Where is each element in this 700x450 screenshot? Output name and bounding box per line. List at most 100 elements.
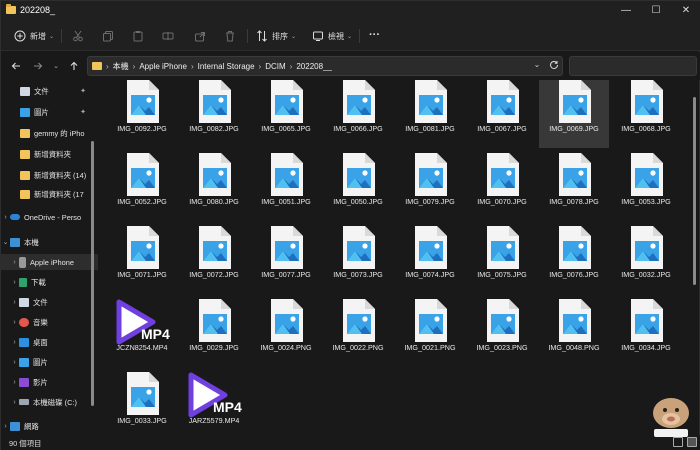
- chevron-right-icon[interactable]: ›: [10, 279, 19, 286]
- chevron-right-icon[interactable]: ›: [10, 359, 19, 366]
- image-file-item[interactable]: IMG_0022.PNG: [323, 295, 393, 367]
- image-file-item[interactable]: IMG_0051.JPG: [251, 149, 321, 221]
- maximize-button[interactable]: ☐: [641, 1, 671, 21]
- image-file-item[interactable]: IMG_0029.JPG: [179, 295, 249, 367]
- chevron-right-icon[interactable]: ›: [10, 319, 19, 326]
- image-file-icon: [555, 225, 593, 271]
- image-file-item[interactable]: IMG_0050.JPG: [323, 149, 393, 221]
- new-button[interactable]: 新增 ⌄: [13, 28, 54, 44]
- video-file-item[interactable]: MP4 JCZN8254.MP4: [107, 295, 177, 367]
- image-file-item[interactable]: IMG_0065.JPG: [251, 80, 321, 148]
- breadcrumb-dcim[interactable]: DCIM: [265, 62, 285, 71]
- sidebar-item-pictures[interactable]: › 圖片: [1, 354, 98, 370]
- image-file-item[interactable]: IMG_0024.PNG: [251, 295, 321, 367]
- image-file-item[interactable]: IMG_0069.JPG: [539, 80, 609, 148]
- share-icon[interactable]: [193, 29, 207, 43]
- image-file-item[interactable]: IMG_0072.JPG: [179, 222, 249, 294]
- rename-icon[interactable]: [161, 29, 175, 43]
- image-file-item[interactable]: IMG_0080.JPG: [179, 149, 249, 221]
- image-file-item[interactable]: IMG_0032.JPG: [611, 222, 681, 294]
- image-file-item[interactable]: IMG_0079.JPG: [395, 149, 465, 221]
- image-file-item[interactable]: IMG_0081.JPG: [395, 80, 465, 148]
- address-bar[interactable]: › 本機 › Apple iPhone › Internal Storage ›…: [87, 56, 563, 76]
- image-file-icon: [123, 152, 161, 198]
- sidebar-item-documents[interactable]: › 文件: [1, 294, 98, 310]
- image-file-item[interactable]: IMG_0053.JPG: [611, 149, 681, 221]
- copy-icon[interactable]: [101, 29, 115, 43]
- search-input[interactable]: [569, 56, 697, 76]
- sidebar-item-desktop[interactable]: › 桌面: [1, 334, 98, 350]
- address-dropdown-icon[interactable]: ⌄: [531, 60, 543, 72]
- chevron-right-icon[interactable]: ›: [10, 339, 19, 346]
- sidebar-item-apple-iphone[interactable]: › Apple iPhone: [1, 254, 98, 270]
- image-file-item[interactable]: IMG_0074.JPG: [395, 222, 465, 294]
- refresh-icon[interactable]: [549, 60, 559, 72]
- sidebar-item-label: 文件: [34, 86, 49, 96]
- more-options-button[interactable]: ···: [369, 27, 380, 43]
- image-file-item[interactable]: IMG_0033.JPG: [107, 368, 177, 435]
- sidebar-item-new-folder-14[interactable]: 新增資料夾 (14): [1, 167, 98, 183]
- breadcrumb-this-pc[interactable]: 本機: [113, 61, 129, 72]
- sidebar-item-this-pc[interactable]: ⌄ 本機: [1, 234, 98, 250]
- image-file-icon: [339, 152, 377, 198]
- chevron-right-icon[interactable]: ›: [10, 379, 19, 386]
- sidebar-item-documents-pinned[interactable]: 文件 ✦: [1, 83, 98, 99]
- image-file-item[interactable]: IMG_0021.PNG: [395, 295, 465, 367]
- delete-icon[interactable]: [223, 29, 237, 43]
- sidebar-item-local-disk-c[interactable]: › 本機磁碟 (C:): [1, 394, 98, 410]
- breadcrumb-internal-storage[interactable]: Internal Storage: [198, 62, 255, 71]
- view-button[interactable]: 檢視 ⌄: [311, 28, 352, 44]
- image-file-item[interactable]: IMG_0082.JPG: [179, 80, 249, 148]
- image-file-icon: [123, 80, 161, 125]
- view-button-label: 檢視: [328, 31, 344, 41]
- chevron-right-icon[interactable]: ›: [10, 299, 19, 306]
- image-file-item[interactable]: IMG_0023.PNG: [467, 295, 537, 367]
- up-arrow-icon[interactable]: [67, 59, 81, 73]
- sidebar-item-network[interactable]: › 網路: [1, 418, 98, 434]
- sidebar-item-new-folder[interactable]: 新增資料夾: [1, 146, 98, 162]
- breadcrumb-apple-iphone[interactable]: Apple iPhone: [139, 62, 187, 71]
- image-file-item[interactable]: IMG_0075.JPG: [467, 222, 537, 294]
- sidebar-item-new-folder-17[interactable]: 新增資料夾 (17: [1, 186, 98, 202]
- chevron-right-icon[interactable]: ›: [10, 399, 19, 406]
- paste-icon[interactable]: [131, 29, 145, 43]
- image-file-item[interactable]: IMG_0067.JPG: [467, 80, 537, 148]
- sidebar-item-downloads[interactable]: › 下載: [1, 274, 98, 290]
- cut-icon[interactable]: [71, 29, 85, 43]
- file-name-label: IMG_0050.JPG: [333, 197, 383, 206]
- separator: [247, 29, 248, 43]
- video-file-item[interactable]: MP4 JARZ5579.MP4: [179, 368, 249, 435]
- image-file-item[interactable]: IMG_0073.JPG: [323, 222, 393, 294]
- image-file-icon: [339, 80, 377, 125]
- image-file-item[interactable]: IMG_0034.JPG: [611, 295, 681, 367]
- sort-button[interactable]: 排序 ⌄: [255, 28, 296, 44]
- minimize-button[interactable]: —: [611, 1, 641, 21]
- forward-arrow-icon[interactable]: [31, 59, 45, 73]
- image-file-item[interactable]: IMG_0076.JPG: [539, 222, 609, 294]
- image-file-item[interactable]: IMG_0066.JPG: [323, 80, 393, 148]
- sidebar-item-pictures-pinned[interactable]: 圖片 ✦: [1, 104, 98, 120]
- back-arrow-icon[interactable]: [9, 59, 23, 73]
- chevron-right-icon[interactable]: ›: [1, 423, 10, 430]
- image-file-item[interactable]: IMG_0070.JPG: [467, 149, 537, 221]
- breadcrumb-current-folder[interactable]: 202208__: [296, 62, 332, 71]
- image-file-item[interactable]: IMG_0092.JPG: [107, 80, 177, 148]
- image-file-item[interactable]: IMG_0078.JPG: [539, 149, 609, 221]
- image-file-icon: [483, 80, 521, 125]
- recent-chevron-icon[interactable]: ⌄: [49, 59, 63, 73]
- image-file-item[interactable]: IMG_0077.JPG: [251, 222, 321, 294]
- image-file-item[interactable]: IMG_0071.JPG: [107, 222, 177, 294]
- sidebar-item-gemmy-iphone[interactable]: gemmy 的 iPho: [1, 125, 98, 141]
- image-file-item[interactable]: IMG_0068.JPG: [611, 80, 681, 148]
- image-file-item[interactable]: IMG_0048.PNG: [539, 295, 609, 367]
- sidebar-item-music[interactable]: › 音樂: [1, 314, 98, 330]
- content-scrollbar-thumb[interactable]: [693, 97, 696, 285]
- image-file-item[interactable]: IMG_0052.JPG: [107, 149, 177, 221]
- sidebar-item-onedrive[interactable]: › OneDrive - Perso: [1, 209, 98, 225]
- chevron-down-icon[interactable]: ⌄: [1, 238, 10, 246]
- chevron-right-icon[interactable]: ›: [1, 214, 10, 221]
- close-button[interactable]: ✕: [671, 1, 700, 21]
- chevron-right-icon[interactable]: ›: [10, 259, 19, 266]
- sidebar-item-videos[interactable]: › 影片: [1, 374, 98, 390]
- sidebar-scrollbar[interactable]: [91, 141, 94, 406]
